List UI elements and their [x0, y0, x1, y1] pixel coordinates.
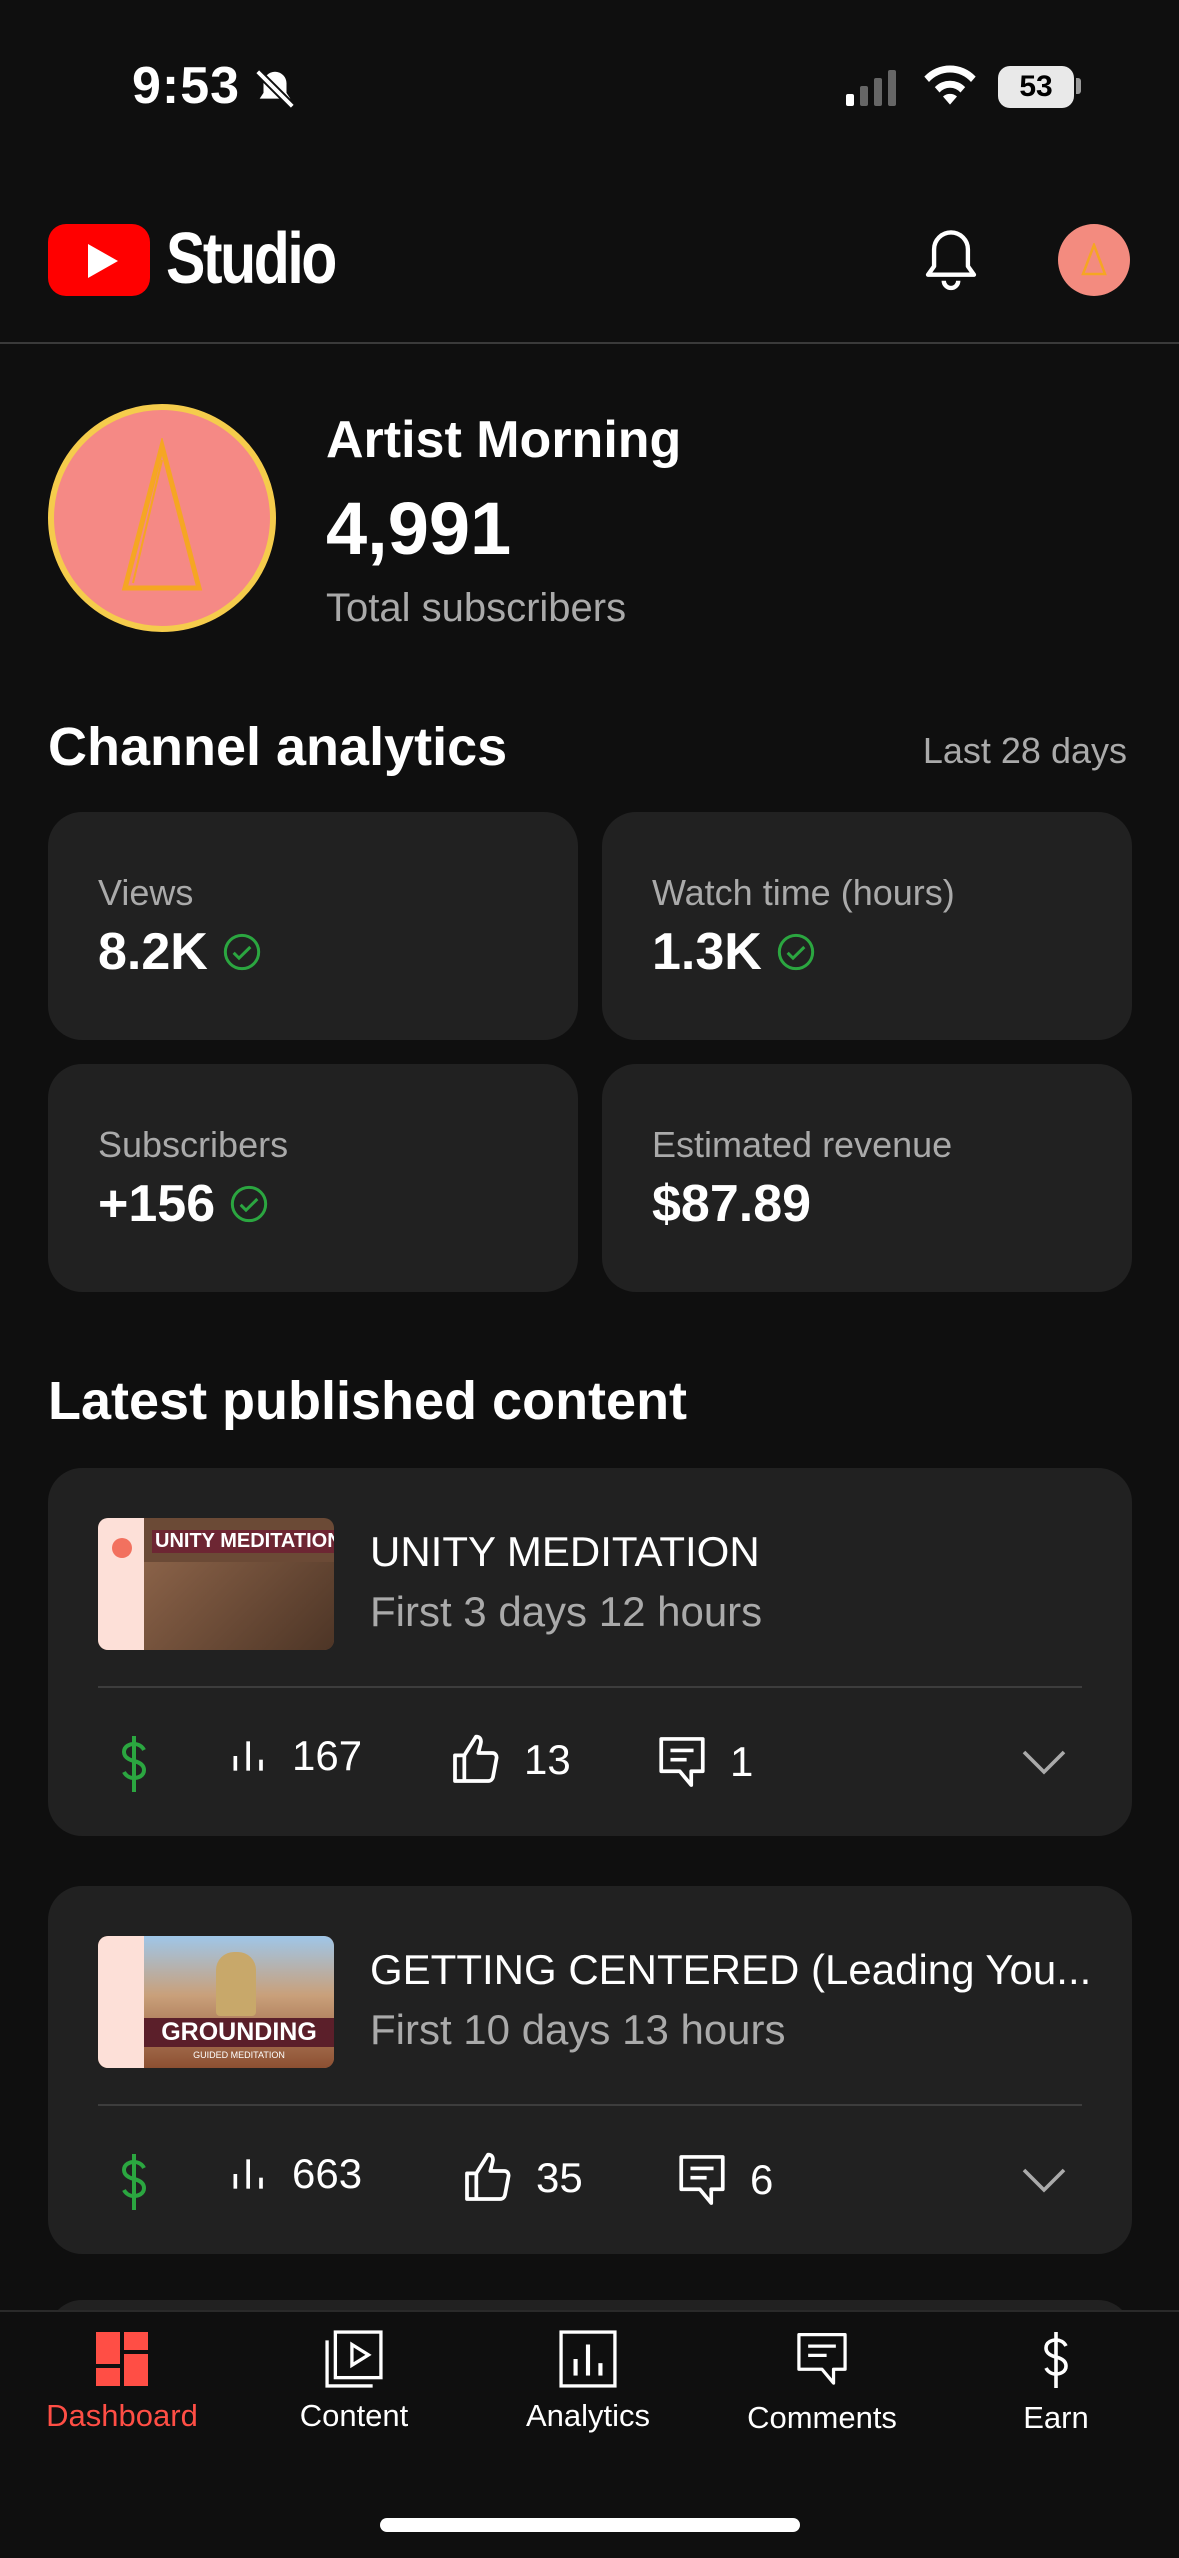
- check-circle-icon: [230, 1185, 268, 1223]
- battery-indicator: 53: [998, 66, 1074, 108]
- home-indicator[interactable]: [380, 2518, 800, 2532]
- video-period: First 3 days 12 hours: [370, 1588, 763, 1635]
- video-title: GETTING CENTERED (Leading You...: [370, 1946, 1092, 1993]
- comment-icon: [659, 1737, 705, 1787]
- bar-chart-icon: [233, 2159, 263, 2189]
- check-circle-icon: [223, 933, 261, 971]
- status-time: 9:53: [132, 57, 241, 115]
- analytics-icon: [559, 2330, 617, 2388]
- likes-stat: 35: [460, 2150, 583, 2206]
- metric-card-subscribers[interactable]: Subscribers +156: [48, 1064, 578, 1292]
- metric-value: +156: [98, 1174, 269, 1234]
- channel-avatar[interactable]: [48, 404, 276, 632]
- dashboard-icon: [96, 2332, 148, 2386]
- nav-earn[interactable]: Earn: [956, 2330, 1156, 2436]
- studio-wordmark: Studio: [166, 219, 337, 299]
- comments-stat: 6: [674, 2150, 773, 2210]
- nav-comments[interactable]: Comments: [722, 2330, 922, 2436]
- metric-value: $87.89: [652, 1175, 812, 1233]
- nav-analytics[interactable]: Analytics: [488, 2330, 688, 2434]
- card-divider: [98, 2104, 1082, 2106]
- subscriber-label: Total subscribers: [326, 586, 627, 630]
- metric-value: 1.3K: [652, 922, 816, 982]
- wifi-icon: [924, 65, 976, 105]
- metric-label: Watch time (hours): [652, 872, 955, 913]
- views-stat: 167: [228, 1732, 362, 1780]
- thumbnail-subtext: GUIDED MEDITATION: [193, 2050, 285, 2060]
- comments-icon: [797, 2333, 847, 2385]
- content-icon: [325, 2330, 383, 2388]
- dollar-icon: [121, 2154, 147, 2210]
- card-divider: [98, 1686, 1082, 1688]
- dollar-icon: [1044, 2332, 1068, 2388]
- battery-tip: [1076, 78, 1081, 94]
- video-thumbnail[interactable]: UNITY MEDITATION: [98, 1518, 334, 1650]
- nav-content[interactable]: Content: [254, 2330, 454, 2434]
- bar-chart-icon: [233, 1741, 263, 1771]
- dollar-icon: [121, 1736, 147, 1792]
- triangle-logo-icon: [121, 438, 203, 591]
- silent-mode-icon: [255, 69, 295, 109]
- metric-label: Subscribers: [98, 1124, 289, 1165]
- views-stat: 663: [228, 2150, 362, 2198]
- notifications-bell-icon[interactable]: [922, 226, 980, 292]
- metric-label: Views: [98, 872, 194, 913]
- video-card[interactable]: GROUNDING GUIDED MEDITATION GETTING CENT…: [48, 1886, 1132, 2254]
- header-divider: [0, 342, 1179, 344]
- video-title: UNITY MEDITATION: [370, 1528, 760, 1575]
- likes-stat: 13: [448, 1732, 571, 1788]
- thumbs-up-icon: [453, 1734, 499, 1783]
- video-card[interactable]: UNITY MEDITATION UNITY MEDITATION First …: [48, 1468, 1132, 1836]
- nav-label: Dashboard: [46, 2398, 198, 2433]
- triangle-logo-icon: [1081, 243, 1107, 276]
- latest-content-title: Latest published content: [48, 1371, 688, 1431]
- nav-dashboard[interactable]: Dashboard: [22, 2330, 222, 2434]
- nav-label: Comments: [747, 2400, 897, 2435]
- metric-label: Estimated revenue: [652, 1124, 953, 1165]
- channel-name: Artist Morning: [326, 411, 682, 469]
- video-period: First 10 days 13 hours: [370, 2006, 786, 2053]
- metric-card-revenue[interactable]: Estimated revenue $87.89: [602, 1064, 1132, 1292]
- youtube-logo[interactable]: [48, 224, 150, 296]
- video-thumbnail[interactable]: GROUNDING GUIDED MEDITATION: [98, 1936, 334, 2068]
- analytics-period[interactable]: Last 28 days: [923, 730, 1127, 772]
- thumbnail-text: GROUNDING: [144, 2018, 334, 2047]
- check-circle-icon: [777, 933, 815, 971]
- comments-stat: 1: [654, 1732, 753, 1792]
- chevron-down-icon[interactable]: [1020, 1746, 1068, 1778]
- account-avatar[interactable]: [1058, 224, 1130, 296]
- chevron-down-icon[interactable]: [1020, 2164, 1068, 2196]
- nav-label: Content: [299, 2398, 409, 2433]
- channel-analytics-title: Channel analytics: [48, 717, 508, 777]
- metric-card-watch-time[interactable]: Watch time (hours) 1.3K: [602, 812, 1132, 1040]
- subscriber-count: 4,991: [326, 487, 512, 570]
- thumbs-up-icon: [465, 2152, 511, 2201]
- nav-label: Analytics: [525, 2398, 651, 2433]
- nav-label: Earn: [1023, 2400, 1089, 2435]
- cellular-signal-icon: [846, 70, 896, 106]
- comment-icon: [679, 2155, 725, 2205]
- metric-card-views[interactable]: Views 8.2K: [48, 812, 578, 1040]
- metric-value: 8.2K: [98, 922, 262, 982]
- thumbnail-text: UNITY MEDITATION: [152, 1530, 334, 1553]
